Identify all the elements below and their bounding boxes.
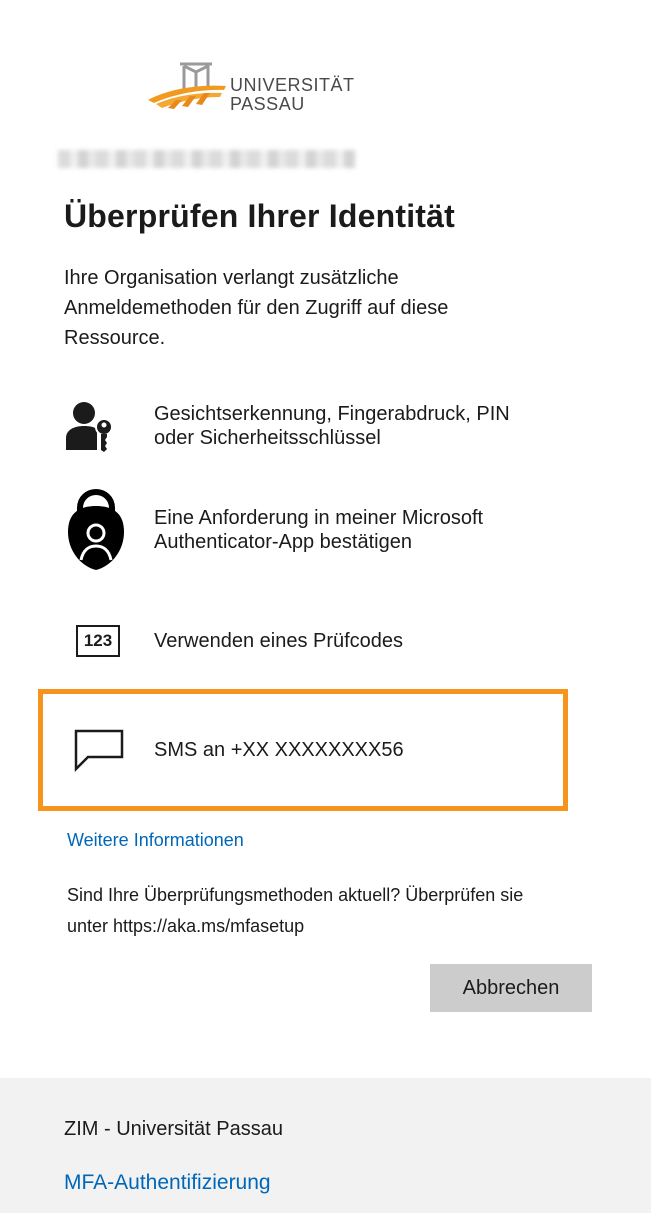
more-info-link[interactable]: Weitere Informationen: [67, 830, 244, 851]
logo-line-2: PASSAU: [230, 94, 305, 114]
method-label: Eine Anforderung in meiner Microsoft Aut…: [154, 506, 483, 554]
person-key-icon: [64, 400, 136, 452]
setup-hint-line-1: Sind Ihre Überprüfungsmethoden aktuell? …: [67, 885, 524, 905]
method-label: SMS an +XX XXXXXXXX56: [154, 739, 404, 761]
setup-hint-line-2: unter https://aka.ms/mfasetup: [67, 916, 305, 936]
method-verification-code[interactable]: 123 Verwenden eines Prüfcodes: [64, 616, 564, 666]
page-title: Überprüfen Ihrer Identität: [64, 198, 456, 234]
page-description: Ihre Organisation verlangt zusätzliche A…: [64, 267, 449, 349]
logo-wordmark: UNIVERSITÄT PASSAU: [230, 76, 355, 114]
logo-emblem-icon: [148, 62, 226, 109]
method-label-line-1: Eine Anforderung in meiner Microsoft: [154, 507, 484, 529]
university-logo: UNIVERSITÄT PASSAU: [146, 62, 356, 122]
method-sms[interactable]: SMS an +XX XXXXXXXX56: [64, 720, 564, 780]
code-123-icon-text: 123: [76, 625, 120, 657]
footer: ZIM - Universität Passau MFA-Authentifiz…: [0, 1078, 651, 1213]
cancel-button[interactable]: Abbrechen: [430, 964, 592, 1012]
method-label-line-2: oder Sicherheitsschlüssel: [154, 427, 381, 449]
method-windows-hello[interactable]: Gesichtserkennung, Fingerabdruck, PIN od…: [64, 393, 564, 459]
code-123-icon: 123: [64, 625, 136, 657]
redacted-account-name: [58, 150, 356, 168]
setup-hint: Sind Ihre Überprüfungsmethoden aktuell? …: [67, 880, 587, 942]
method-label: Gesichtserkennung, Fingerabdruck, PIN od…: [154, 402, 510, 450]
method-label: Verwenden eines Prüfcodes: [154, 630, 404, 652]
authenticator-lock-icon: [64, 488, 136, 572]
footer-org-name: ZIM - Universität Passau: [64, 1118, 283, 1140]
chat-bubble-icon: [64, 725, 136, 775]
mfa-authentication-link[interactable]: MFA-Authentifizierung: [64, 1171, 271, 1195]
method-label-line-1: Gesichtserkennung, Fingerabdruck, PIN: [154, 403, 510, 425]
logo-line-1: UNIVERSITÄT: [230, 75, 355, 95]
method-authenticator-app[interactable]: Eine Anforderung in meiner Microsoft Aut…: [64, 488, 564, 572]
method-label-line-2: Authenticator-App bestätigen: [154, 531, 412, 553]
